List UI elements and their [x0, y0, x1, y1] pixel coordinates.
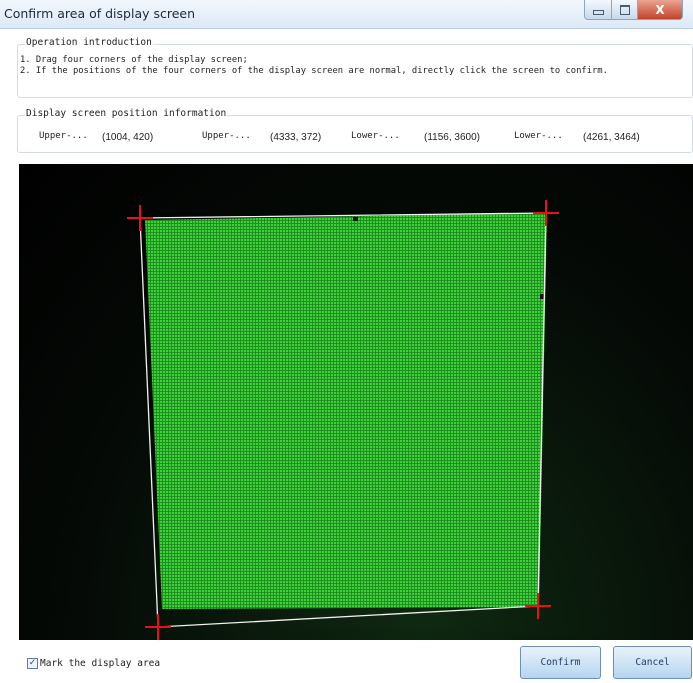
- operation-step-1: 1. Drag four corners of the display scre…: [20, 55, 248, 65]
- maximize-button[interactable]: [612, 0, 638, 20]
- screen-mark-top: [353, 217, 358, 221]
- display-screen-canvas[interactable]: [19, 164, 693, 640]
- maximize-icon: [619, 4, 630, 15]
- close-icon: X: [655, 2, 665, 17]
- cancel-button[interactable]: Cancel: [613, 646, 692, 679]
- lower-left-label: Lower-...: [351, 131, 400, 141]
- mark-display-area-label: Mark the display area: [40, 658, 161, 669]
- minimize-button[interactable]: [584, 0, 612, 20]
- lower-right-label: Lower-...: [514, 131, 563, 141]
- upper-right-value: (4333, 372): [270, 132, 322, 143]
- mark-display-area-checkbox[interactable]: ✓: [27, 658, 38, 669]
- upper-left-label: Upper-...: [39, 131, 88, 141]
- minimize-icon: [592, 10, 604, 15]
- operation-introduction-legend: Operation introduction: [25, 37, 153, 48]
- title-bar: Confirm area of display screen X: [0, 0, 693, 29]
- window-controls: X: [584, 0, 683, 20]
- upper-right-label: Upper-...: [202, 131, 251, 141]
- position-information-legend: Display screen position information: [25, 108, 228, 119]
- lower-left-value: (1156, 3600): [424, 132, 480, 143]
- lower-right-value: (4261, 3464): [583, 132, 640, 143]
- led-screen: [145, 213, 547, 609]
- upper-left-value: (1004, 420): [102, 132, 154, 143]
- display-screen-viewer[interactable]: [19, 164, 693, 640]
- close-button[interactable]: X: [638, 0, 683, 20]
- window-title: Confirm area of display screen: [4, 6, 196, 21]
- operation-step-2: 2. If the positions of the four corners …: [20, 66, 608, 76]
- confirm-button[interactable]: Confirm: [520, 646, 601, 679]
- screen-mark-right: [540, 294, 544, 299]
